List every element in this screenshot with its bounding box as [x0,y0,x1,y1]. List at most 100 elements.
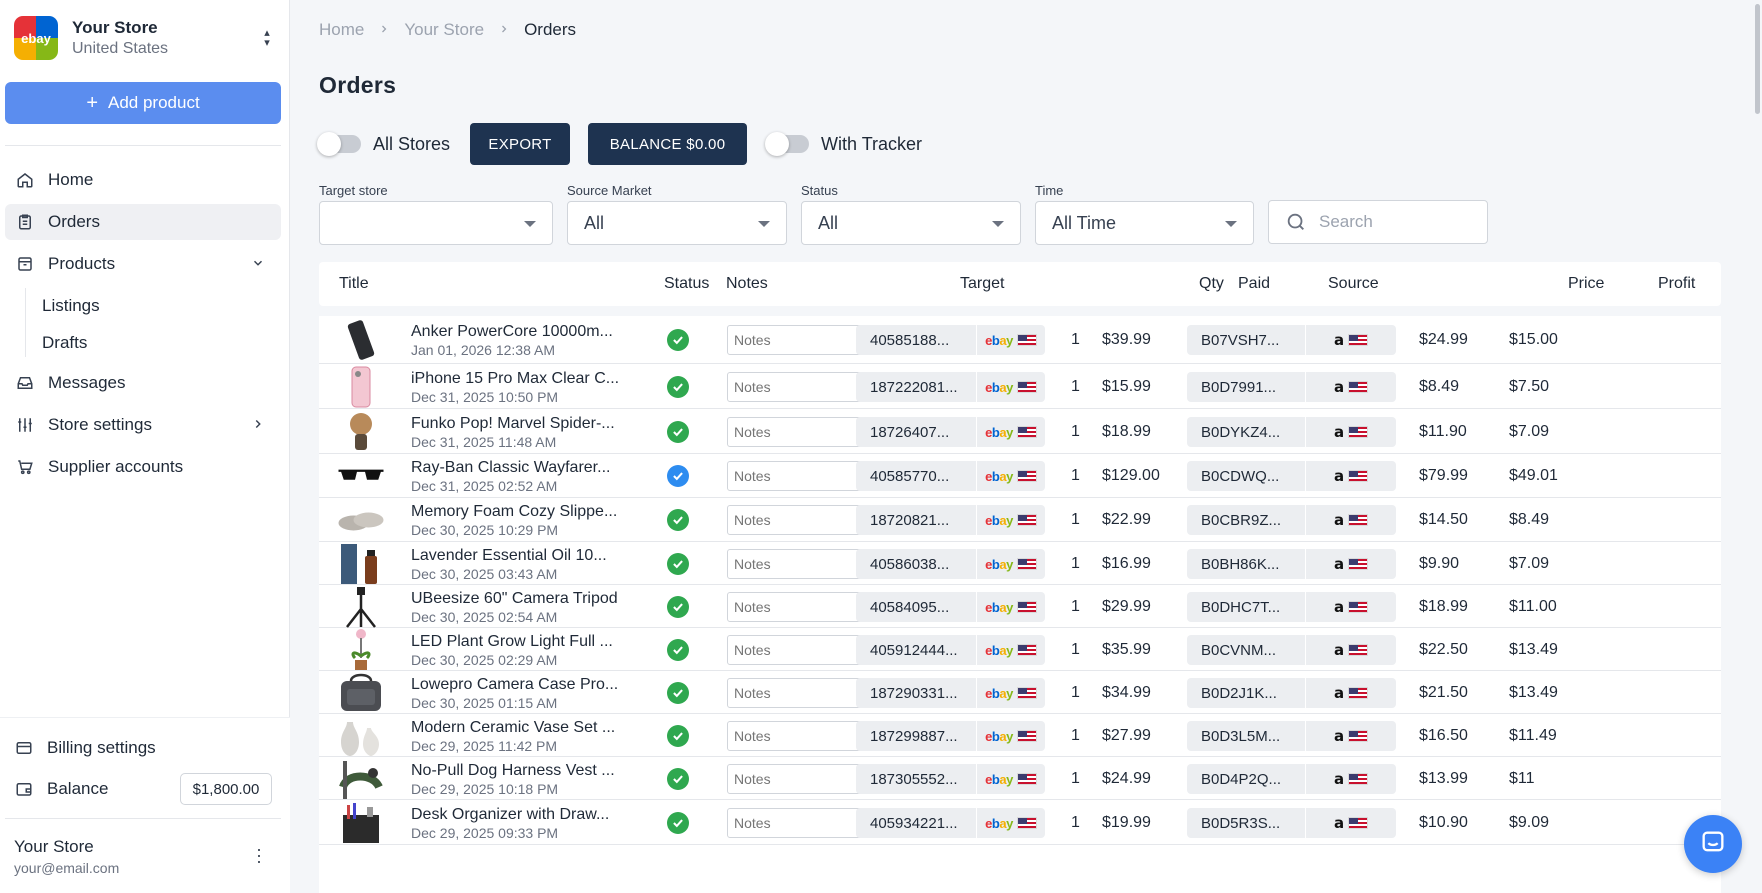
source-market-select[interactable]: All [567,201,787,245]
product-title[interactable]: Desk Organizer with Draw... [411,806,641,824]
target-id-pill[interactable]: 187299887... ebay [856,721,1045,751]
table-row[interactable]: Lavender Essential Oil 10... Dec 30, 202… [319,542,1721,585]
product-thumbnail[interactable] [337,628,385,672]
product-title[interactable]: UBeesize 60" Camera Tripod [411,590,641,608]
source-id-pill[interactable]: B0D5R3S... a [1187,808,1396,838]
product-thumbnail[interactable] [337,365,385,409]
source-asin: B0DHC7T... [1201,598,1281,616]
with-tracker-toggle[interactable] [765,132,810,156]
target-id-pill[interactable]: 40586038... ebay [856,549,1045,579]
ebay-logo-icon: ebay [985,332,1013,348]
product-title[interactable]: Lowepro Camera Case Pro... [411,676,641,694]
source-id-pill[interactable]: B0CVNM... a [1187,635,1396,665]
table-row[interactable]: Memory Foam Cozy Slippe... Dec 30, 2025 … [319,498,1721,542]
target-id-pill[interactable]: 405912444... ebay [856,635,1045,665]
more-options-icon[interactable]: · · · [256,840,262,870]
column-header-source[interactable]: Source [1328,275,1379,293]
product-thumbnail[interactable] [337,454,385,498]
target-id-pill[interactable]: 405934221... ebay [856,808,1045,838]
target-id-pill[interactable]: 18726407... ebay [856,417,1045,447]
product-title[interactable]: Lavender Essential Oil 10... [411,547,641,565]
add-product-button[interactable]: + Add product [5,82,281,124]
target-id-pill[interactable]: 40584095... ebay [856,592,1045,622]
column-header-qty[interactable]: Qty [1199,275,1224,293]
source-asin: B0D7991... [1201,378,1277,396]
sidebar-item-orders[interactable]: Orders [5,204,281,240]
product-thumbnail[interactable] [337,801,385,845]
source-id-pill[interactable]: B0DYKZ4... a [1187,417,1396,447]
source-id-pill[interactable]: B0D7991... a [1187,372,1396,402]
sidebar-item-home[interactable]: Home [5,162,281,198]
sidebar-item-messages[interactable]: Messages [5,365,281,401]
product-thumbnail[interactable] [337,585,385,629]
table-row[interactable]: Funko Pop! Marvel Spider-... Dec 31, 202… [319,409,1721,454]
sidebar-item-drafts[interactable]: Drafts [5,325,281,361]
breadcrumb-home[interactable]: Home [319,20,364,40]
scrollbar-thumb[interactable] [1755,4,1760,114]
table-row[interactable]: Modern Ceramic Vase Set ... Dec 29, 2025… [319,714,1721,757]
column-header-target[interactable]: Target [960,275,1004,293]
product-title[interactable]: iPhone 15 Pro Max Clear C... [411,370,641,388]
status-select[interactable]: All [801,201,1021,245]
export-button[interactable]: EXPORT [470,123,571,165]
time-select[interactable]: All Time [1035,201,1254,245]
column-header-paid[interactable]: Paid [1238,275,1270,293]
target-store-select[interactable] [319,201,553,245]
table-row[interactable]: No-Pull Dog Harness Vest ... Dec 29, 202… [319,757,1721,800]
target-id-pill[interactable]: 187305552... ebay [856,764,1045,794]
product-title[interactable]: Memory Foam Cozy Slippe... [411,503,641,521]
source-id-pill[interactable]: B0D4P2Q... a [1187,764,1396,794]
product-thumbnail[interactable] [337,757,385,801]
store-logo: ebay [14,16,58,60]
table-row[interactable]: Anker PowerCore 10000m... Jan 01, 2026 1… [319,316,1721,364]
target-id-pill[interactable]: 187222081... ebay [856,372,1045,402]
column-header-status[interactable]: Status [664,275,709,293]
column-header-profit[interactable]: Profit [1658,275,1695,293]
product-thumbnail[interactable] [337,671,385,715]
product-title[interactable]: Anker PowerCore 10000m... [411,323,641,341]
source-id-pill[interactable]: B0DHC7T... a [1187,592,1396,622]
table-row[interactable]: Desk Organizer with Draw... Dec 29, 2025… [319,800,1721,845]
source-id-pill[interactable]: B0BH86K... a [1187,549,1396,579]
sidebar-item-products[interactable]: Products [5,246,281,282]
target-id-pill[interactable]: 40585188... ebay [856,325,1045,355]
product-thumbnail[interactable] [337,498,385,542]
target-id-pill[interactable]: 187290331... ebay [856,678,1045,708]
source-id-pill[interactable]: B0CBR9Z... a [1187,505,1396,535]
sidebar-item-supplier-accounts[interactable]: Supplier accounts [5,449,281,485]
table-row[interactable]: Ray-Ban Classic Wayfarer... Dec 31, 2025… [319,454,1721,498]
store-switcher[interactable]: ebay Your Store United States ▴ ▾ [14,16,276,60]
product-title[interactable]: LED Plant Grow Light Full ... [411,633,641,651]
chevron-up-down-icon[interactable]: ▴ ▾ [258,26,276,50]
chat-button[interactable] [1684,815,1742,873]
product-thumbnail[interactable] [337,542,385,586]
sidebar-item-store-settings[interactable]: Store settings [5,407,281,443]
sidebar-item-listings[interactable]: Listings [5,288,281,324]
product-title[interactable]: Ray-Ban Classic Wayfarer... [411,459,641,477]
scrollbar[interactable] [1753,0,1762,893]
product-title[interactable]: Modern Ceramic Vase Set ... [411,719,641,737]
product-title[interactable]: Funko Pop! Marvel Spider-... [411,415,641,433]
target-id-pill[interactable]: 40585770... ebay [856,461,1045,491]
column-header-notes[interactable]: Notes [726,275,768,293]
product-thumbnail[interactable] [337,318,385,362]
source-id-pill[interactable]: B0CDWQ... a [1187,461,1396,491]
breadcrumb-store[interactable]: Your Store [404,20,484,40]
table-row[interactable]: UBeesize 60" Camera Tripod Dec 30, 2025 … [319,585,1721,628]
column-header-price[interactable]: Price [1568,275,1604,293]
table-row[interactable]: Lowepro Camera Case Pro... Dec 30, 2025 … [319,671,1721,714]
billing-settings-link[interactable]: Billing settings [14,733,156,763]
all-stores-toggle[interactable] [317,132,361,156]
table-row[interactable]: LED Plant Grow Light Full ... Dec 30, 20… [319,628,1721,671]
source-id-pill[interactable]: B0D3L5M... a [1187,721,1396,751]
source-id-pill[interactable]: B07VSH7... a [1187,325,1396,355]
product-title[interactable]: No-Pull Dog Harness Vest ... [411,762,641,780]
product-thumbnail[interactable] [337,714,385,758]
target-id-pill[interactable]: 18720821... ebay [856,505,1045,535]
product-thumbnail[interactable] [337,410,385,454]
source-id-pill[interactable]: B0D2J1K... a [1187,678,1396,708]
table-row[interactable]: iPhone 15 Pro Max Clear C... Dec 31, 202… [319,364,1721,409]
column-header-title[interactable]: Title [339,275,369,293]
balance-button[interactable]: BALANCE $0.00 [588,123,748,165]
search-input[interactable]: Search [1268,200,1488,244]
